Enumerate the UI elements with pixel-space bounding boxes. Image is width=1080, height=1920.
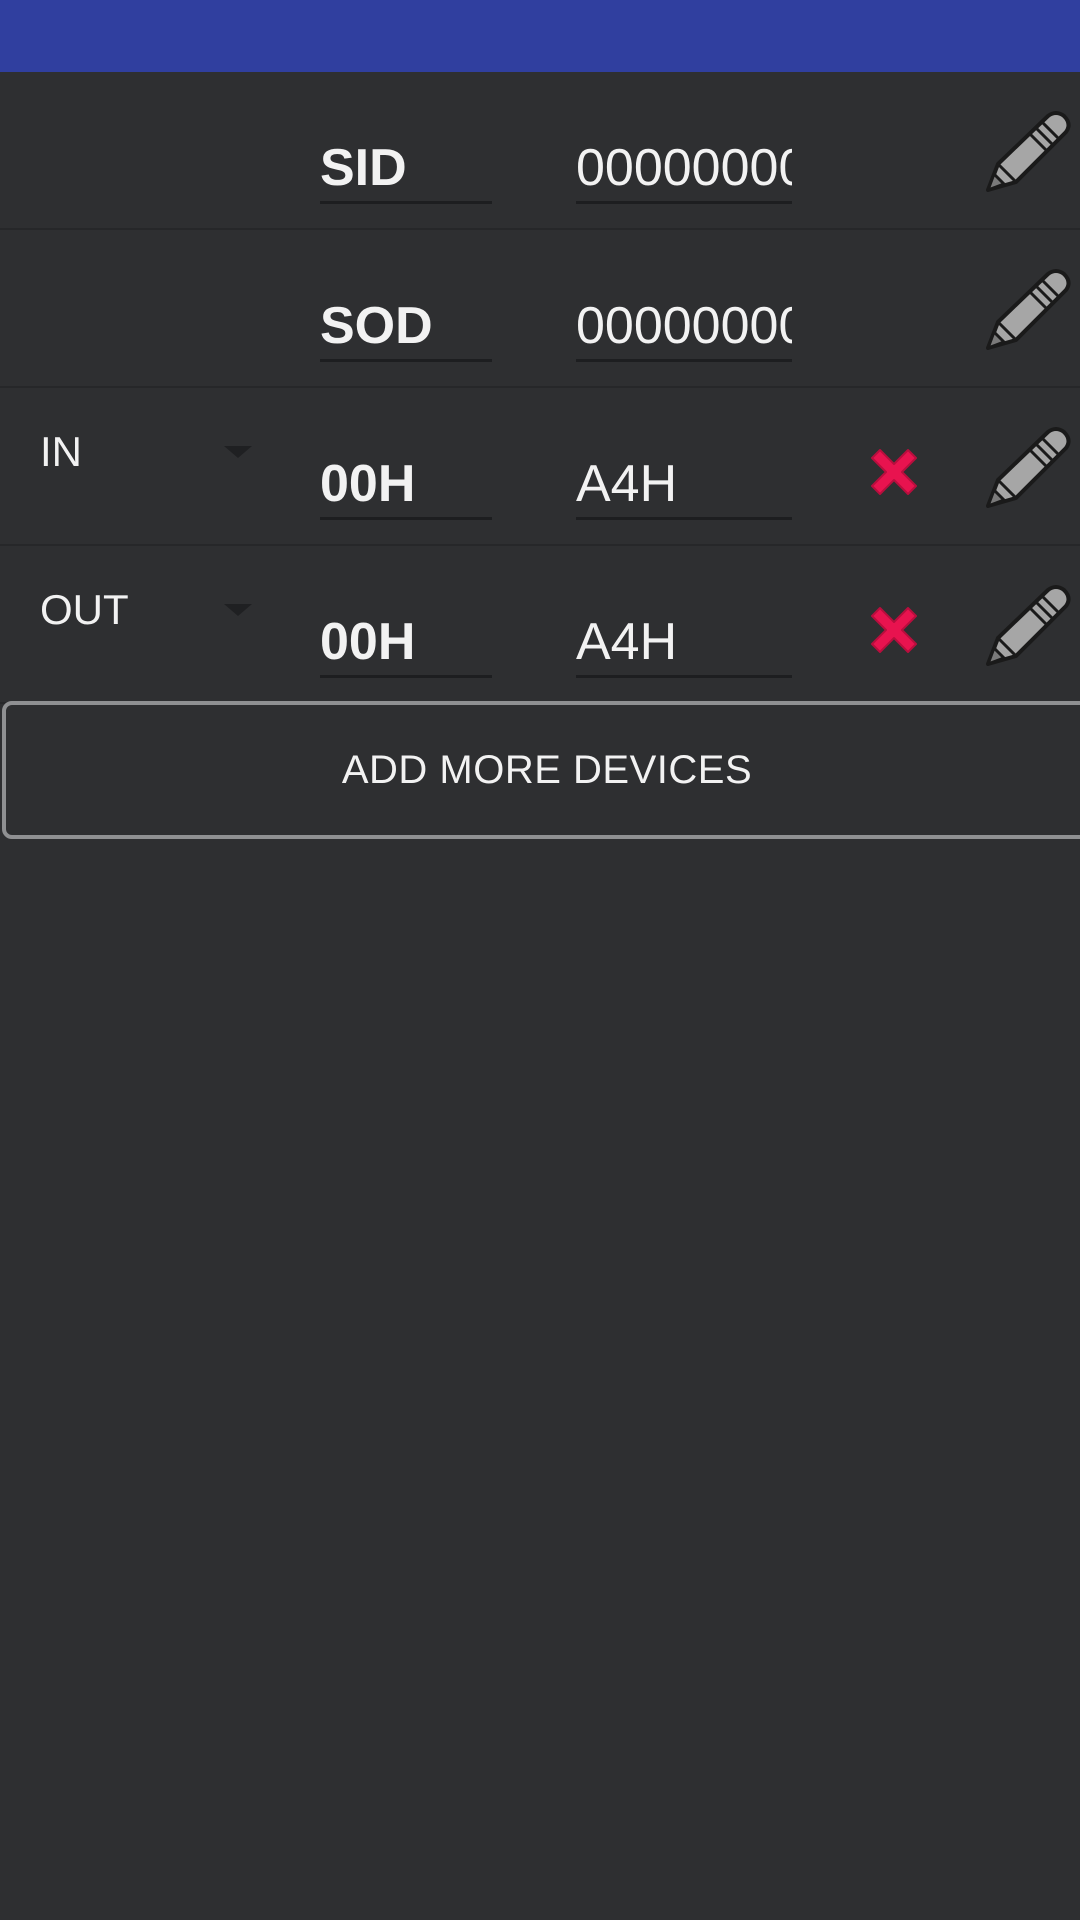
sod-label-field[interactable]: SOD (320, 290, 492, 362)
device-row-sod: SOD 00000000 (0, 230, 1080, 388)
type-dropdown-value: OUT (40, 586, 129, 633)
status-bar (0, 0, 1080, 72)
sid-value-field[interactable]: 00000000 (576, 132, 792, 204)
close-x-icon[interactable] (862, 440, 926, 504)
close-x-icon[interactable] (862, 598, 926, 662)
in-address-field[interactable]: 00H (320, 448, 492, 520)
type-dropdown-in[interactable]: IN (40, 424, 256, 480)
dropdown-arrow-icon (224, 604, 252, 616)
in-value-field[interactable]: A4H (576, 448, 792, 520)
out-value-field[interactable]: A4H (576, 606, 792, 678)
sid-label-field[interactable]: SID (320, 132, 492, 204)
pencil-icon[interactable] (986, 266, 1072, 352)
type-dropdown-value: IN (40, 428, 82, 475)
type-dropdown-out[interactable]: OUT (40, 582, 256, 638)
device-row-sid: SID 00000000 (0, 72, 1080, 230)
pencil-icon[interactable] (986, 108, 1072, 194)
pencil-icon[interactable] (986, 424, 1072, 510)
sod-value-field[interactable]: 00000000 (576, 290, 792, 362)
out-address-field[interactable]: 00H (320, 606, 492, 678)
pencil-icon[interactable] (986, 582, 1072, 668)
add-more-devices-button[interactable]: ADD MORE DEVICES (2, 701, 1080, 839)
dropdown-arrow-icon (224, 446, 252, 458)
